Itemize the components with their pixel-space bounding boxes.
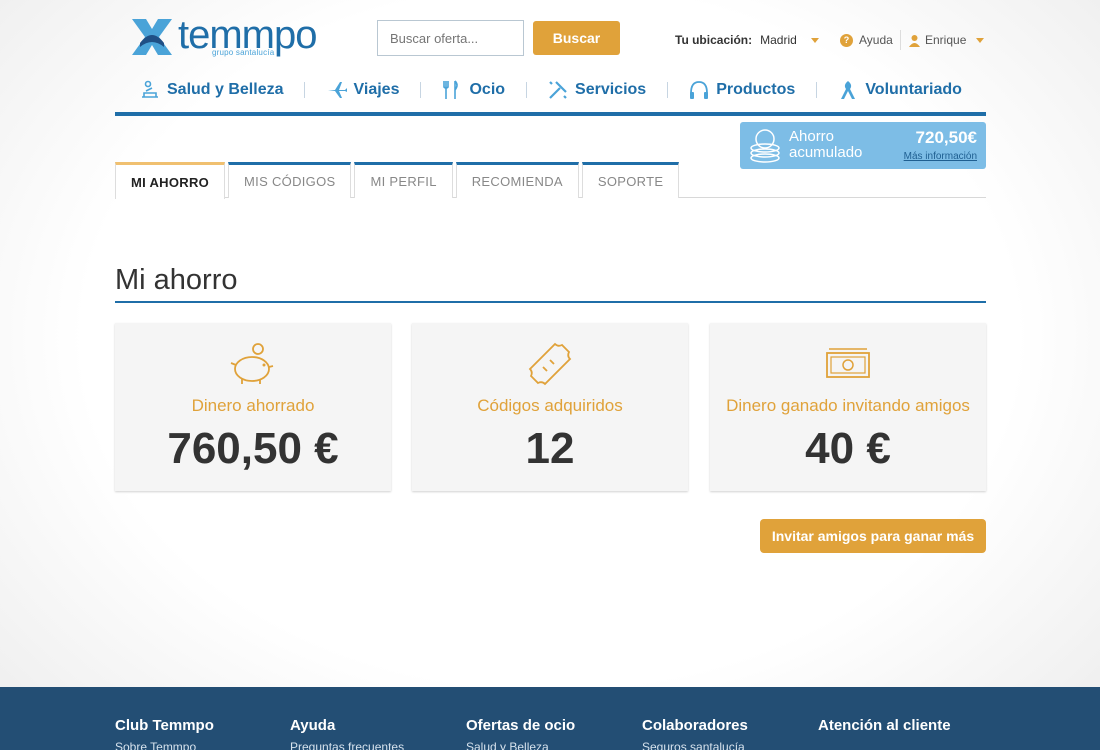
savings-more-link[interactable]: Más información [904,151,977,162]
nav-item-productos[interactable]: Productos [688,79,795,109]
nav-label: Voluntariado [865,81,962,98]
stat-label: Dinero ganado invitando amigos [726,396,970,415]
tab-mi-ahorro[interactable]: MI AHORRO [115,162,226,199]
search-button[interactable]: Buscar [533,21,620,55]
footer-column: Ofertas de ocio Salud y Belleza [466,717,575,750]
nav-divider [666,82,668,98]
footer-column: Colaboradores Seguros santalucía [642,717,748,750]
cutlery-icon [443,80,459,99]
user-icon [909,34,920,47]
stat-card-friends: Dinero ganado invitando amigos 40 € [710,323,986,491]
nav-label: Salud y Belleza [167,81,284,98]
search-input[interactable] [377,20,524,56]
logo-mark-icon [132,19,172,55]
banknote-icon [826,348,870,378]
page-title: Mi ahorro [115,264,238,296]
stat-value: 760,50 € [167,424,339,473]
nav-item-ocio[interactable]: Ocio [441,79,505,109]
nav-divider [304,82,305,98]
stat-card-codes: Códigos adquiridos 12 [412,323,688,491]
spa-icon [142,80,158,98]
nav-label: Servicios [575,81,647,98]
footer-heading: Atención al cliente [818,717,951,734]
tab-soporte[interactable]: SOPORTE [581,162,680,198]
question-icon: ? [840,33,853,47]
stat-label: Códigos adquiridos [477,396,623,415]
help-label: Ayuda [859,33,893,47]
nav-divider [419,82,421,98]
tab-mi-perfil[interactable]: MI PERFIL [354,162,453,198]
footer-heading: Ayuda [290,717,336,734]
footer-link[interactable]: Salud y Belleza [466,740,575,750]
location-value: Madrid [760,33,797,47]
nav-item-viajes[interactable]: Viajes [326,79,400,109]
nav-label: Ocio [469,81,506,98]
nav-label: Viajes [353,81,400,98]
logo-subtitle: grupo santalucía [212,48,275,57]
nav-item-salud-belleza[interactable]: Salud y Belleza [139,79,284,109]
main-nav: Salud y Belleza Viajes Ocio Servicios Pr… [115,76,986,116]
savings-label: Ahorro acumulado [789,128,863,161]
nav-divider [815,82,817,98]
nav-label: Productos [716,81,796,98]
location-label: Tu ubicación: [675,33,753,47]
tab-recomienda[interactable]: RECOMIENDA [455,162,579,198]
plane-icon [327,82,347,98]
piggy-bank-icon [230,343,274,384]
stat-card-saved: Dinero ahorrado 760,50 € [115,323,391,491]
user-menu[interactable]: Enrique [908,33,985,47]
stat-label: Dinero ahorrado [191,396,315,415]
coins-icon [750,129,780,163]
footer-heading: Club Temmpo [115,717,214,734]
stat-value: 12 [525,424,575,473]
nav-item-servicios[interactable]: Servicios [547,79,646,109]
account-tabs: MI AHORRO MIS CÓDIGOS MI PERFIL RECOMIEN… [115,162,986,199]
title-divider [115,301,986,303]
chevron-down-icon [810,37,819,43]
footer-link[interactable]: Preguntas frecuentes [290,740,404,750]
header-divider [900,30,901,50]
ribbon-icon [841,81,856,99]
footer: Club Temmpo Sobre Temmpo Ayuda Preguntas… [0,687,1100,750]
nav-divider [525,82,527,98]
location-selector[interactable]: Tu ubicación: Madrid [675,33,819,47]
footer-column: Ayuda Preguntas frecuentes [290,717,404,750]
chevron-down-icon [976,37,985,43]
footer-column: Atención al cliente [818,717,951,734]
temmpo-logo[interactable]: temmpo grupo santalucía [130,14,330,60]
ticket-icon [528,342,572,386]
tools-icon [549,81,567,99]
savings-amount: 720,50€ [915,128,977,147]
nav-item-voluntariado[interactable]: Voluntariado [837,79,962,109]
footer-heading: Ofertas de ocio [466,717,576,734]
invite-friends-button[interactable]: Invitar amigos para ganar más [760,519,986,553]
stat-value: 40 € [805,424,891,473]
footer-link[interactable]: Sobre Temmpo [115,740,214,750]
tab-mis-codigos[interactable]: MIS CÓDIGOS [228,162,352,198]
user-name: Enrique [925,33,967,47]
footer-link[interactable]: Seguros santalucía [642,740,748,750]
footer-column: Club Temmpo Sobre Temmpo [115,717,214,750]
help-link[interactable]: ? Ayuda [840,33,893,47]
footer-heading: Colaboradores [642,717,748,734]
headphones-icon [690,81,709,99]
